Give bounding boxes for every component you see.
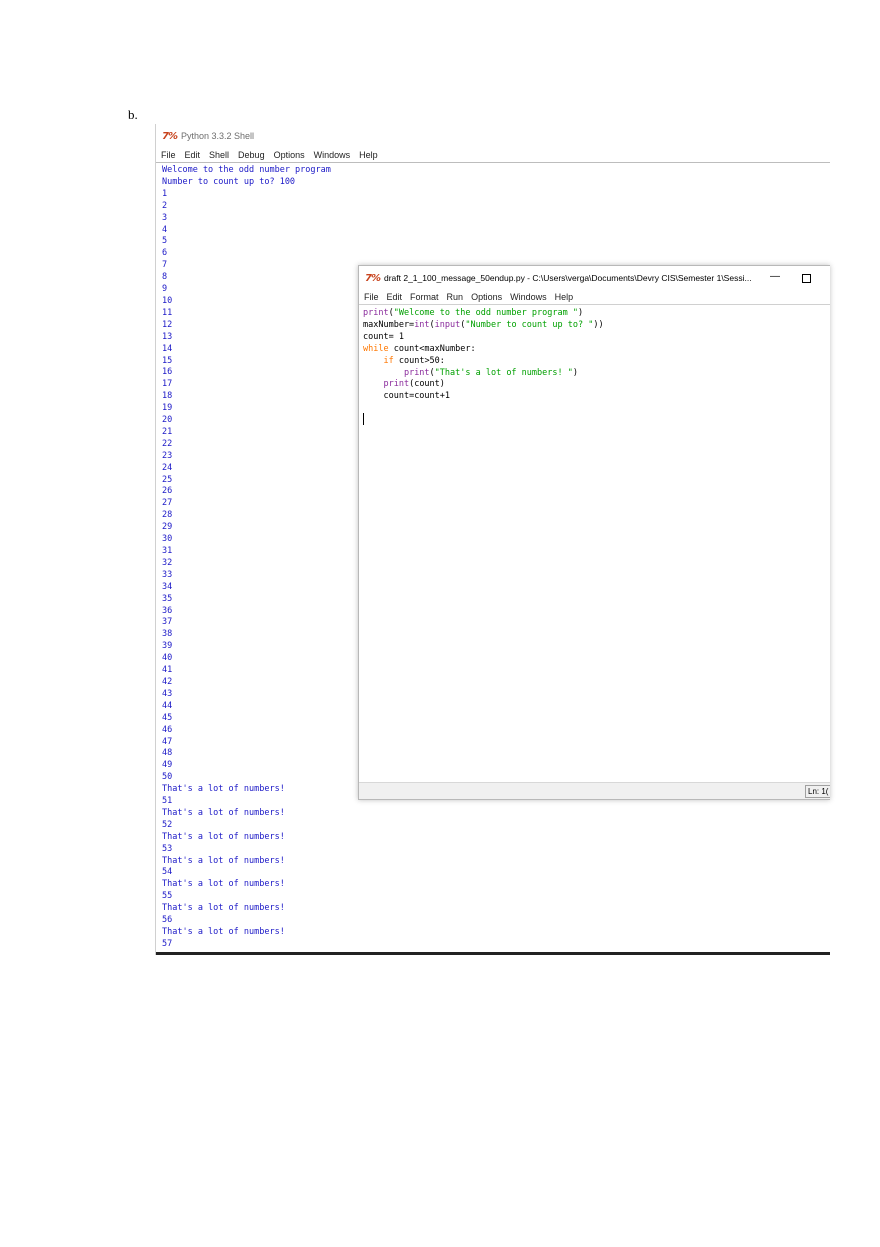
shell-output-line: 5 xyxy=(162,236,168,247)
code-line-1: print("Welcome to the odd number program… xyxy=(363,308,583,318)
shell-title: Python 3.3.2 Shell xyxy=(180,131,255,141)
shell-menu-shell[interactable]: Shell xyxy=(209,150,229,160)
shell-output-line: 56 xyxy=(162,915,173,926)
shell-menubar: File Edit Shell Debug Options Windows He… xyxy=(156,148,830,163)
python-logo-icon: 7% xyxy=(162,130,178,142)
shell-output-line: 57 xyxy=(162,938,173,949)
line-number-indicator: Ln: 1( xyxy=(805,785,830,798)
shell-menu-windows[interactable]: Windows xyxy=(314,150,351,160)
shell-output-line: 54 xyxy=(162,867,173,878)
code-token: ) xyxy=(572,367,578,378)
editor-title: draft 2_1_100_message_50endup.py - C:\Us… xyxy=(383,273,752,283)
code-line-2: maxNumber=int(input("Number to count up … xyxy=(363,320,604,330)
code-token: count<maxNumber: xyxy=(388,343,476,354)
shell-menu-file[interactable]: File xyxy=(161,150,176,160)
shell-output-line: 6 xyxy=(162,248,168,259)
shell-output-line: 2 xyxy=(162,200,168,211)
shell-menu-debug[interactable]: Debug xyxy=(238,150,265,160)
shell-output-line: That's a lot of numbers! xyxy=(162,927,285,937)
shell-output-line: That's a lot of numbers! xyxy=(162,831,285,842)
code-token: ) xyxy=(577,308,584,318)
editor-menu-help[interactable]: Help xyxy=(555,292,574,302)
builtin-int: int xyxy=(414,319,430,330)
code-token: maxNumber= xyxy=(363,319,415,330)
code-token: count=count+1 xyxy=(383,391,451,402)
editor-menu-windows[interactable]: Windows xyxy=(510,292,547,302)
builtin-print: print xyxy=(403,367,430,378)
shell-output-line: 52 xyxy=(162,819,173,830)
code-line-5: if count>50: xyxy=(363,355,445,366)
minimize-button[interactable]: — xyxy=(768,271,782,282)
maximize-button[interactable] xyxy=(802,274,811,283)
editor-window: 7% draft 2_1_100_message_50endup.py - C:… xyxy=(358,265,830,800)
code-editor-area[interactable]: print("Welcome to the odd number program… xyxy=(359,305,830,430)
editor-statusbar: Ln: 1( xyxy=(359,782,830,799)
editor-menu-options[interactable]: Options xyxy=(471,292,502,302)
shell-menu-edit[interactable]: Edit xyxy=(185,150,201,160)
shell-output-line: 3 xyxy=(162,212,168,223)
editor-menubar: File Edit Format Run Options Windows Hel… xyxy=(359,290,830,305)
code-line-7: print(count) xyxy=(363,379,445,390)
shell-output-line: That's a lot of numbers! xyxy=(162,855,285,866)
keyword-while: while xyxy=(363,343,389,354)
editor-menu-run[interactable]: Run xyxy=(447,292,464,302)
shell-menu-options[interactable]: Options xyxy=(274,150,305,160)
builtin-print: print xyxy=(383,379,410,390)
code-token: )) xyxy=(593,319,604,330)
document-item-label: b. xyxy=(128,107,138,122)
editor-menu-format[interactable]: Format xyxy=(410,292,439,302)
code-line-4: while count<maxNumber: xyxy=(363,344,476,354)
shell-output-line: 53 xyxy=(162,843,173,854)
code-token: count>50: xyxy=(393,355,445,366)
shell-bottom-edge xyxy=(156,952,830,955)
shell-output-line: 55 xyxy=(162,891,173,902)
python-logo-icon: 7% xyxy=(365,272,381,284)
builtin-input: input xyxy=(434,319,461,330)
keyword-if: if xyxy=(383,355,394,366)
editor-menu-edit[interactable]: Edit xyxy=(387,292,403,302)
string-literal: "Welcome to the odd number program " xyxy=(393,308,578,318)
code-token: (count) xyxy=(409,379,445,390)
builtin-print: print xyxy=(363,308,389,318)
string-literal: "Number to count up to? " xyxy=(465,319,594,330)
shell-output-line: 1 xyxy=(162,188,168,199)
code-line-3: count= 1 xyxy=(363,331,404,342)
shell-output-line: Number to count up to? 100 xyxy=(162,176,296,187)
shell-output-line: That's a lot of numbers! xyxy=(162,879,285,890)
shell-output-line: 4 xyxy=(162,224,168,235)
code-line-8: count=count+1 xyxy=(363,391,450,401)
shell-output-line: That's a lot of numbers! xyxy=(162,903,285,914)
shell-titlebar[interactable]: 7% Python 3.3.2 Shell xyxy=(156,124,830,148)
editor-titlebar[interactable]: 7% draft 2_1_100_message_50endup.py - C:… xyxy=(359,266,830,290)
string-literal: "That's a lot of numbers! " xyxy=(434,367,573,378)
shell-menu-help[interactable]: Help xyxy=(359,150,378,160)
shell-output-line: That's a lot of numbers! xyxy=(162,807,285,818)
shell-output-line: Welcome to the odd number program xyxy=(162,165,331,175)
text-cursor xyxy=(363,413,364,426)
code-line-6: print("That's a lot of numbers! ") xyxy=(363,368,578,378)
editor-menu-file[interactable]: File xyxy=(364,292,379,302)
